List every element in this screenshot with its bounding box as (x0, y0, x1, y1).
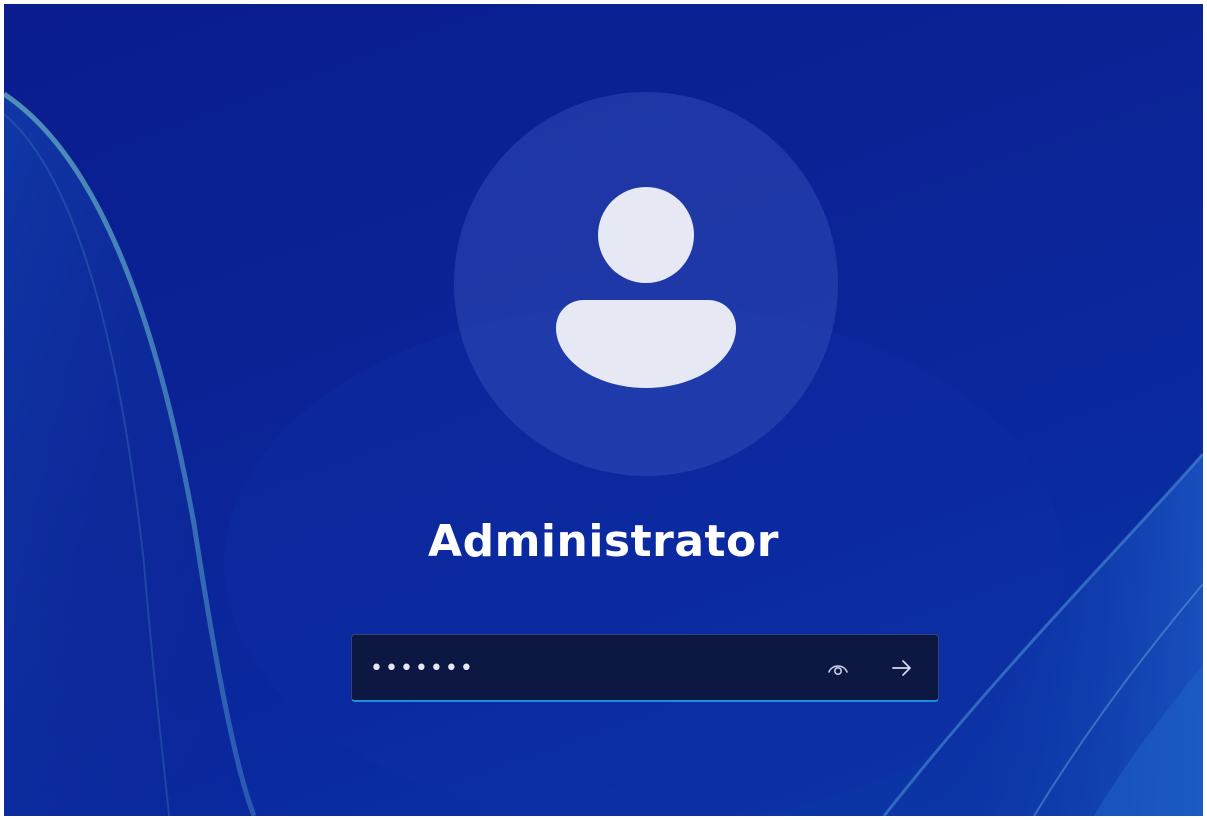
lock-screen: Administrator (4, 4, 1203, 816)
user-avatar (454, 92, 838, 476)
user-name: Administrator (428, 516, 779, 567)
password-field-container[interactable] (351, 634, 939, 702)
eye-icon (828, 665, 848, 676)
user-silhouette-icon (556, 187, 736, 388)
password-input[interactable] (370, 645, 800, 691)
reveal-password-button[interactable] (820, 651, 856, 685)
arrow-right-icon (892, 660, 911, 676)
submit-button[interactable] (882, 649, 922, 687)
